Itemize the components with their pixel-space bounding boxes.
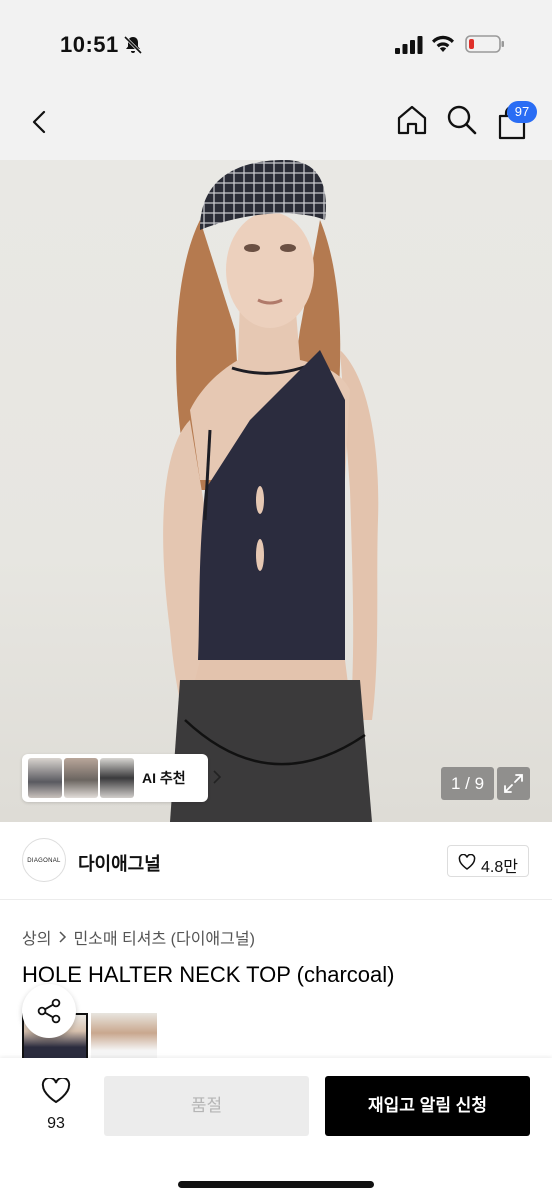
heart-icon [41, 1076, 71, 1104]
cart-count-badge: 97 [507, 101, 537, 123]
product-image-carousel[interactable]: AI 추천 1 / 9 [0, 160, 552, 822]
status-time: 10:51 [60, 32, 119, 57]
breadcrumb-item[interactable]: 민소매 티셔츠 (다이애그널) [73, 925, 254, 949]
chevron-right-icon [59, 931, 67, 943]
share-icon [37, 998, 61, 1024]
expand-icon [504, 774, 523, 793]
battery-icon [465, 35, 504, 53]
breadcrumb-item[interactable]: 상의 [22, 925, 51, 949]
brand-like-button[interactable]: 4.8만 [447, 845, 529, 877]
image-counter: 1 / 9 [441, 767, 494, 800]
soldout-button: 품절 [104, 1076, 309, 1136]
product-photo [163, 160, 379, 822]
ai-recommend-label: AI 추천 [142, 770, 186, 786]
brand-row[interactable]: DIAGONAL 다이애그널 4.8만 [0, 822, 552, 900]
brand-logo[interactable]: DIAGONAL [22, 838, 66, 882]
heart-icon [458, 854, 476, 870]
chevron-right-icon [213, 770, 222, 784]
ai-recommend-button[interactable]: AI 추천 [22, 754, 222, 802]
bottom-action-bar: 93 품절 재입고 알림 신청 [0, 1058, 552, 1200]
wishlist-count: 93 [47, 1115, 65, 1132]
expand-button[interactable] [497, 767, 530, 800]
home-indicator [178, 1181, 374, 1188]
color-option-white[interactable] [91, 1013, 157, 1063]
search-icon[interactable] [444, 102, 480, 138]
recommend-thumbnail [100, 758, 134, 798]
brand-name[interactable]: 다이애그널 [78, 850, 161, 876]
status-bar: 10:51 [0, 0, 552, 88]
recommend-thumbnail [64, 758, 98, 798]
share-button[interactable] [22, 984, 76, 1038]
recommend-thumbnail [28, 758, 62, 798]
back-arrow-icon[interactable] [24, 106, 56, 138]
home-icon[interactable] [394, 102, 430, 138]
wishlist-button[interactable]: 93 [34, 1076, 78, 1134]
product-title: HOLE HALTER NECK TOP (charcoal) [22, 962, 395, 987]
cellular-signal-icon [395, 36, 423, 54]
brand-like-count: 4.8만 [481, 859, 518, 876]
wifi-icon [432, 35, 454, 52]
restock-notify-button[interactable]: 재입고 알림 신청 [325, 1076, 530, 1136]
top-nav-bar: 97 [0, 88, 552, 160]
breadcrumb: 상의 민소매 티셔츠 (다이애그널) [22, 925, 255, 949]
mute-bell-icon [123, 35, 143, 55]
